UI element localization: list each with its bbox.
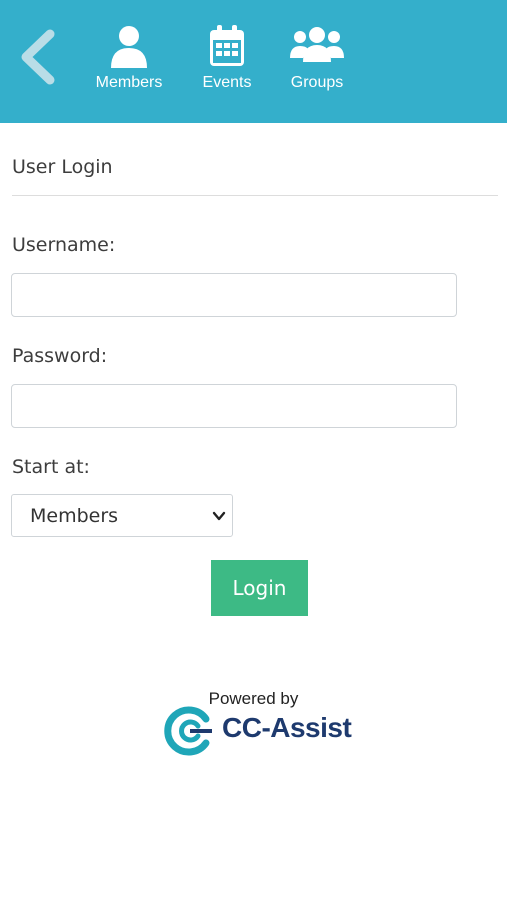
login-button[interactable]: Login: [211, 560, 308, 616]
nav-groups-label: Groups: [290, 74, 344, 91]
nav-groups[interactable]: Groups: [284, 24, 350, 104]
username-label: Username:: [12, 234, 116, 256]
nav-events[interactable]: Events: [194, 24, 260, 104]
start-at-selected-value: Members: [30, 505, 119, 527]
chevron-down-icon: [212, 511, 226, 521]
users-icon: [290, 27, 344, 62]
nav-events-label: Events: [202, 74, 252, 91]
divider: [12, 195, 498, 196]
start-at-label: Start at:: [12, 456, 90, 478]
top-nav-bar: Members Events Groups: [0, 0, 507, 123]
start-at-select[interactable]: Members: [11, 494, 233, 537]
cc-assist-logo: CC-Assist: [164, 705, 354, 757]
nav-members-label: Members: [95, 74, 163, 91]
brand-name: CC-Assist: [222, 712, 352, 743]
password-input[interactable]: [11, 384, 457, 428]
back-button[interactable]: [16, 28, 60, 86]
nav-members[interactable]: Members: [88, 24, 170, 104]
calendar-icon: [210, 25, 244, 66]
password-label: Password:: [12, 345, 108, 367]
username-input[interactable]: [11, 273, 457, 317]
page-title: User Login: [12, 156, 113, 178]
user-icon: [111, 26, 147, 68]
cc-assist-logo-icon: [164, 706, 212, 756]
chevron-left-icon: [21, 29, 55, 85]
